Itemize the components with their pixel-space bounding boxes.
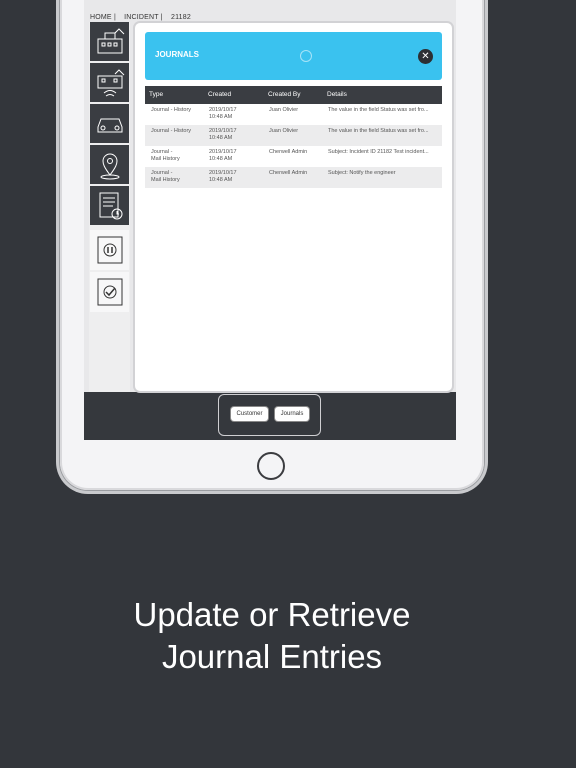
tab-journals[interactable]: Journals bbox=[275, 407, 309, 421]
location-pin-icon bbox=[100, 153, 119, 179]
refresh-icon[interactable] bbox=[300, 50, 312, 62]
column-header-created-by[interactable]: Created By bbox=[268, 91, 324, 98]
cell-type: Journal - History bbox=[151, 107, 192, 113]
modal-header: JOURNALS ✕ bbox=[145, 32, 442, 80]
journals-modal: JOURNALS ✕ Type Created Created By Detai… bbox=[135, 23, 452, 391]
column-header-type[interactable]: Type bbox=[149, 91, 205, 98]
column-header-details[interactable]: Details bbox=[327, 91, 439, 98]
cell-created: 2019/10/17 10:48 AM bbox=[209, 107, 237, 120]
bottom-tab-bar: Customer Journals bbox=[218, 394, 321, 436]
sidebar-item-document[interactable] bbox=[90, 186, 129, 226]
breadcrumb: HOME | INCIDENT | 21182 bbox=[90, 14, 197, 21]
sidebar-item-building[interactable] bbox=[90, 22, 129, 62]
table-row[interactable]: Journal - History 2019/10/17 10:48 AM Jua… bbox=[145, 104, 442, 125]
promo-line-2: Journal Entries bbox=[161, 638, 383, 675]
cell-created-by: Cherwell Admin bbox=[269, 170, 308, 176]
sidebar-item-vehicle[interactable] bbox=[90, 104, 129, 144]
close-icon: ✕ bbox=[421, 51, 430, 62]
cell-type: Journal - Mail History bbox=[151, 149, 180, 162]
sidebar-item-complete[interactable] bbox=[90, 272, 129, 312]
sidebar-item-location[interactable] bbox=[90, 145, 129, 185]
sidebar bbox=[89, 22, 130, 392]
cell-created-by: Cherwell Admin bbox=[269, 149, 308, 155]
cell-created: 2019/10/17 10:48 AM bbox=[209, 128, 237, 141]
cell-created-by: Juan Olivier bbox=[269, 128, 299, 134]
building-check-icon bbox=[97, 27, 124, 53]
modal-title: JOURNALS bbox=[155, 50, 200, 59]
checkmark-icon bbox=[97, 278, 122, 306]
building-wifi-check-icon bbox=[97, 68, 124, 96]
breadcrumb-incident-id: 21182 bbox=[170, 14, 191, 21]
close-button[interactable]: ✕ bbox=[418, 49, 433, 64]
cell-details: The value in the field Status was set fr… bbox=[328, 128, 429, 134]
home-button[interactable] bbox=[257, 452, 285, 480]
column-header-created[interactable]: Created bbox=[208, 91, 264, 98]
cell-details: Subject: Incident ID 21182 Test incident… bbox=[328, 149, 429, 155]
cell-type: Journal - Mail History bbox=[151, 170, 180, 183]
promo-caption: Update or Retrieve Journal Entries bbox=[0, 594, 544, 678]
breadcrumb-incident[interactable]: INCIDENT | bbox=[124, 14, 163, 21]
document-clock-icon bbox=[99, 192, 122, 219]
table-row[interactable]: Journal - Mail History 2019/10/17 10:48 AM… bbox=[145, 167, 442, 188]
cell-created-by: Juan Olivier bbox=[269, 107, 299, 113]
table-row[interactable]: Journal - History 2019/10/17 10:48 AM Jua… bbox=[145, 125, 442, 146]
sidebar-item-pause[interactable] bbox=[90, 230, 129, 270]
tab-customer[interactable]: Customer bbox=[231, 407, 268, 421]
cell-type: Journal - History bbox=[151, 128, 192, 134]
car-icon bbox=[97, 118, 122, 132]
cell-details: Subject: Notify the engineer bbox=[328, 170, 396, 176]
journals-table: Type Created Created By Details Journal … bbox=[145, 86, 442, 188]
app-screen: HOME | INCIDENT | 21182 JOURNALS ✕ Type … bbox=[84, 0, 456, 440]
table-row[interactable]: Journal - Mail History 2019/10/17 10:48 AM… bbox=[145, 146, 442, 167]
cell-created: 2019/10/17 10:48 AM bbox=[209, 170, 237, 183]
pause-icon bbox=[97, 236, 122, 264]
cell-created: 2019/10/17 10:48 AM bbox=[209, 149, 237, 162]
cell-details: The value in the field Status was set fr… bbox=[328, 107, 429, 113]
promo-line-1: Update or Retrieve bbox=[133, 596, 411, 633]
table-header: Type Created Created By Details bbox=[145, 86, 442, 104]
breadcrumb-home[interactable]: HOME | bbox=[90, 14, 116, 21]
sidebar-item-building-wifi[interactable] bbox=[90, 63, 129, 103]
